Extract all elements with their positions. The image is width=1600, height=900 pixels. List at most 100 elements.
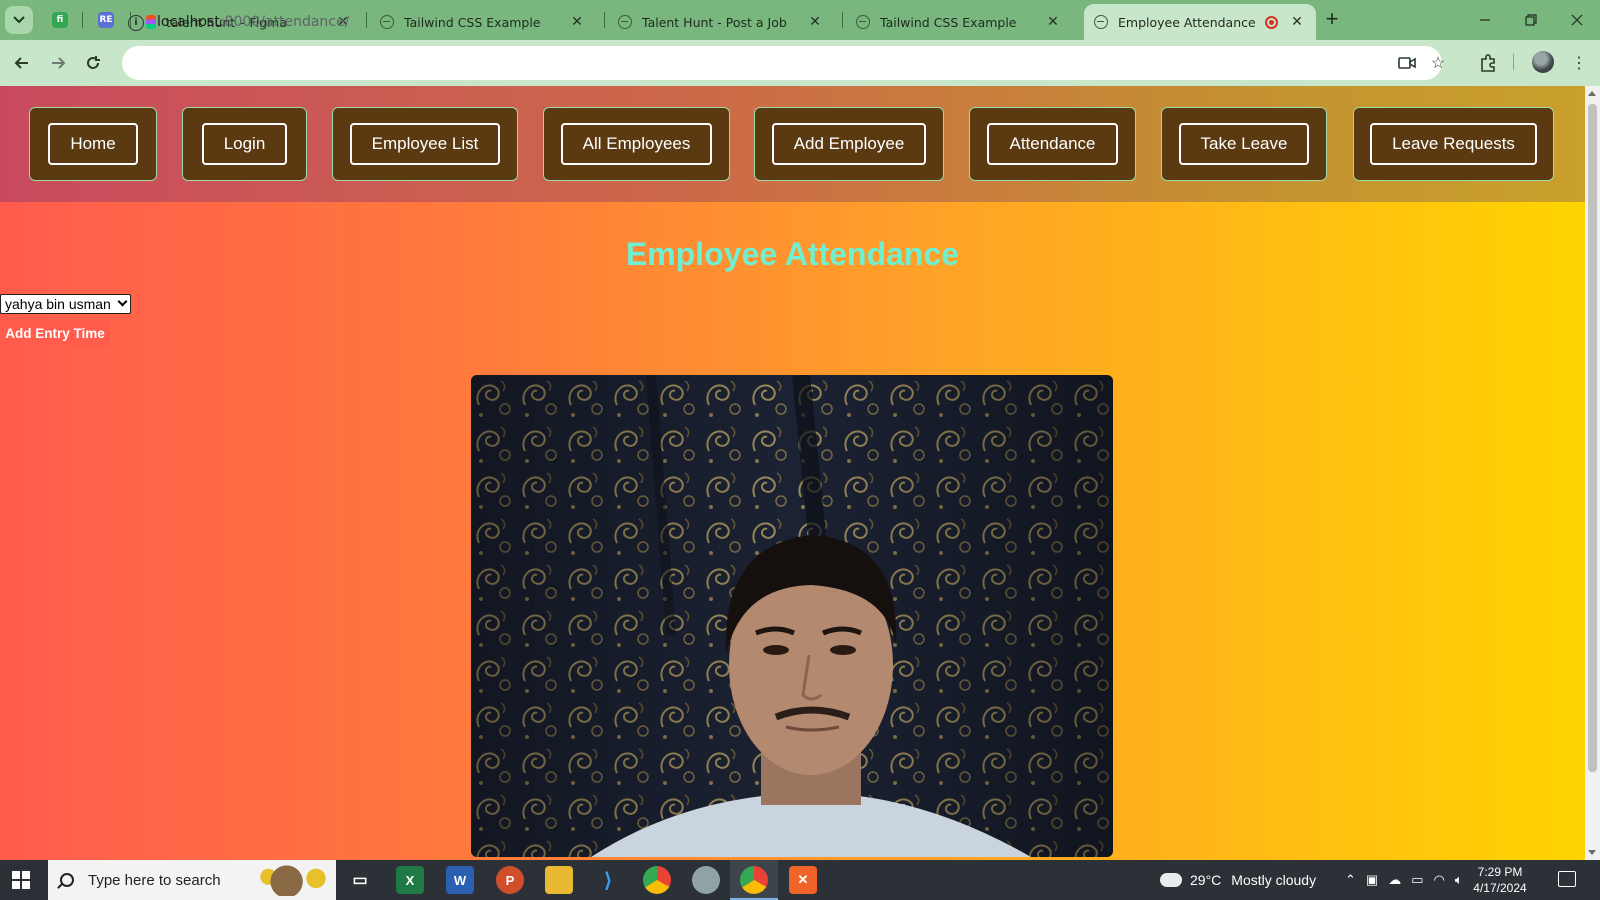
close-icon[interactable]: ✕ — [806, 14, 824, 30]
nav-link-all-employees[interactable]: All Employees — [560, 123, 713, 165]
nav-link-home[interactable]: Home — [48, 123, 138, 165]
nav-link-take-leave[interactable]: Take Leave — [1178, 123, 1310, 165]
site-info-icon[interactable]: i — [128, 15, 144, 31]
system-tray: ⌃ ▣ ☁ ▭ ◠ 🔈︎ — [1345, 860, 1463, 900]
figma-icon — [146, 15, 156, 29]
add-entry-time-button[interactable]: Add Entry Time — [0, 320, 110, 346]
tab-tailwind-2[interactable]: Tailwind CSS Example ✕ — [846, 4, 1072, 40]
nav-card-add-employee: Add Employee — [754, 107, 944, 181]
wifi-icon[interactable]: ◠ — [1434, 872, 1445, 888]
nav-card-home: Home — [29, 107, 157, 181]
cloud-icon — [1160, 873, 1182, 887]
camera-in-use-icon[interactable] — [1396, 52, 1418, 74]
search-icon — [60, 873, 74, 887]
url-host: localhost — [157, 14, 220, 30]
chevron-up-icon[interactable]: ⌃ — [1345, 872, 1356, 888]
weather-temp: 29°C — [1190, 872, 1222, 888]
extensions-icon[interactable] — [1477, 52, 1499, 74]
nav-card-login: Login — [182, 107, 307, 181]
bookmark-star-icon[interactable]: ☆ — [1427, 52, 1449, 74]
nav-card-all-employees: All Employees — [543, 107, 730, 181]
excel-icon[interactable]: X — [396, 866, 424, 894]
taskbar-search-placeholder: Type here to search — [88, 871, 221, 889]
taskbar-clock[interactable]: 7:29 PM 4/17/2024 — [1465, 864, 1535, 896]
nav-link-employee-list[interactable]: Employee List — [349, 123, 501, 165]
globe-icon — [1094, 15, 1108, 29]
word-icon[interactable]: W — [446, 866, 474, 894]
tab-title: Tailwind CSS Example — [880, 14, 1017, 30]
tab-title: Employee Attendance — [1118, 14, 1256, 30]
vertical-scrollbar[interactable] — [1585, 86, 1600, 860]
chrome-profile-icon[interactable] — [692, 866, 720, 894]
app-fi-icon: fi — [52, 12, 68, 28]
app-repo-icon: RE — [98, 12, 114, 28]
nav-link-leave-requests[interactable]: Leave Requests — [1370, 123, 1537, 165]
battery-icon[interactable]: ▭ — [1411, 872, 1423, 888]
nav-card-attendance: Attendance — [969, 107, 1136, 181]
close-icon[interactable]: ✕ — [1044, 14, 1062, 30]
nav-link-login[interactable]: Login — [201, 123, 288, 165]
tab-post-job[interactable]: Talent Hunt - Post a Job ✕ — [608, 4, 834, 40]
task-view-icon[interactable]: ▭ — [346, 866, 374, 894]
globe-icon — [856, 15, 870, 29]
back-button[interactable] — [8, 49, 36, 77]
weather-text: Mostly cloudy — [1231, 872, 1317, 888]
more-menu-icon[interactable]: ⋮ — [1568, 52, 1590, 74]
volume-icon[interactable]: 🔈︎ — [1455, 872, 1463, 888]
pinned-tab-1[interactable]: fi — [40, 4, 80, 36]
nav-card-employee-list: Employee List — [332, 107, 518, 181]
tab-divider — [366, 12, 367, 28]
taskbar-search[interactable]: Type here to search — [48, 860, 336, 900]
vscode-icon[interactable]: ⟩ — [594, 866, 622, 894]
url-text[interactable]: localhost:8000/attendance/ — [157, 14, 349, 30]
nav-card-leave-requests: Leave Requests — [1353, 107, 1554, 181]
forward-button[interactable] — [44, 49, 72, 77]
back-arrow-icon — [14, 57, 28, 69]
new-tab-button[interactable]: + — [1320, 8, 1344, 32]
page-title: Employee Attendance — [625, 236, 960, 272]
address-bar[interactable] — [122, 46, 1442, 80]
tab-tailwind-1[interactable]: Tailwind CSS Example ✕ — [370, 4, 596, 40]
tab-title: Tailwind CSS Example — [404, 14, 541, 30]
tab-title: Talent Hunt - Post a Job — [642, 14, 787, 30]
webcam-video — [471, 375, 1113, 857]
powerpoint-icon[interactable]: P — [496, 866, 524, 894]
page-viewport: Home Login Employee List All Employees A… — [0, 86, 1585, 860]
nav-link-add-employee[interactable]: Add Employee — [771, 123, 927, 165]
onedrive-icon[interactable]: ☁ — [1388, 872, 1401, 888]
browser-toolbar — [0, 40, 1600, 86]
top-navbar: Home Login Employee List All Employees A… — [0, 86, 1585, 202]
nav-link-attendance[interactable]: Attendance — [987, 123, 1118, 165]
close-icon[interactable]: ✕ — [568, 14, 586, 30]
clock-date: 4/17/2024 — [1473, 881, 1527, 895]
toolbar-divider — [1513, 54, 1514, 70]
chrome-icon[interactable] — [643, 866, 671, 894]
profile-avatar[interactable] — [1532, 51, 1554, 73]
close-window-button[interactable] — [1557, 6, 1597, 34]
minimize-button[interactable] — [1465, 6, 1505, 34]
tab-divider — [842, 12, 843, 28]
reload-icon — [87, 56, 100, 69]
close-icon[interactable]: ✕ — [1288, 14, 1306, 30]
chrome-active-icon[interactable] — [740, 866, 768, 894]
windows-taskbar: Type here to search ▭ X W P ⟩ ✕ 29°C Mos… — [0, 860, 1600, 900]
scroll-down-icon[interactable] — [1588, 850, 1596, 855]
restore-button[interactable] — [1511, 6, 1551, 34]
meet-now-icon[interactable]: ▣ — [1366, 872, 1378, 888]
file-explorer-icon[interactable] — [545, 866, 573, 894]
employee-select[interactable]: yahya bin usman — [0, 294, 131, 314]
reload-button[interactable] — [79, 49, 107, 77]
scrollbar-thumb[interactable] — [1588, 104, 1597, 772]
pinned-tab-2[interactable]: RE — [86, 4, 126, 36]
recording-icon — [1265, 15, 1278, 29]
restore-icon — [1525, 14, 1537, 26]
chevron-down-icon — [13, 16, 25, 24]
scroll-up-icon[interactable] — [1588, 91, 1596, 96]
notifications-icon[interactable] — [1558, 871, 1576, 887]
close-icon — [1571, 14, 1583, 26]
xampp-icon[interactable]: ✕ — [789, 866, 817, 894]
tab-employee-attendance[interactable]: Employee Attendance ✕ — [1084, 4, 1316, 40]
tab-search-button[interactable] — [5, 6, 33, 34]
weather-widget[interactable]: 29°C Mostly cloudy — [1160, 860, 1316, 900]
windows-start-icon[interactable] — [12, 871, 30, 889]
